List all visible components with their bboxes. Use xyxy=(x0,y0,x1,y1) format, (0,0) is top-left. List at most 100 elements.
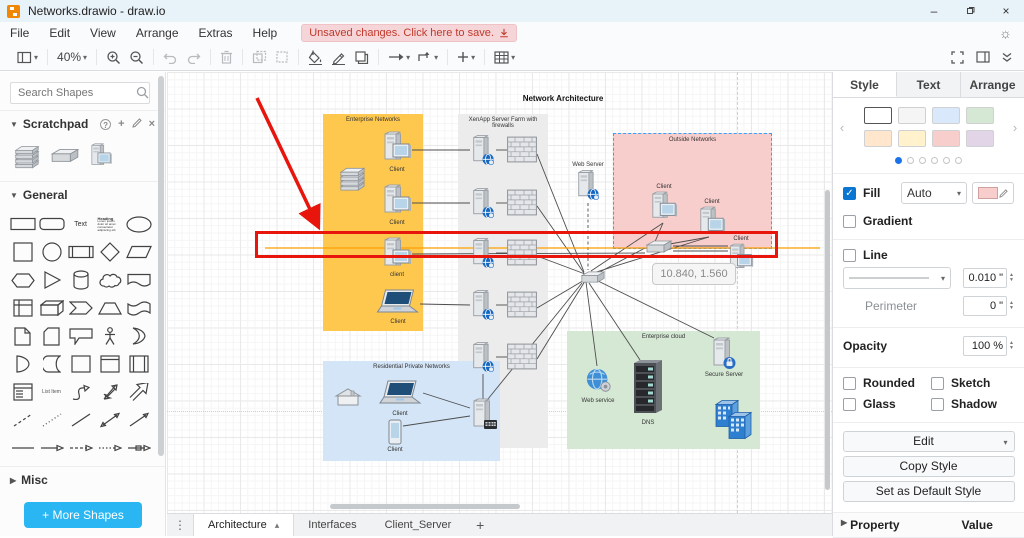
page-tab-client-server[interactable]: Client_Server xyxy=(371,514,466,536)
fill-color-button[interactable] xyxy=(308,50,323,65)
perimeter-input[interactable] xyxy=(963,296,1007,316)
shape-container-title[interactable] xyxy=(95,352,124,376)
pagination-dot[interactable] xyxy=(895,157,902,164)
gradient-checkbox[interactable] xyxy=(843,215,856,228)
menu-edit[interactable]: Edit xyxy=(39,22,80,44)
zoom-out-button[interactable] xyxy=(129,50,144,65)
canvas-horizontal-scrollbar[interactable] xyxy=(330,504,520,509)
spin-down-icon[interactable]: ▼ xyxy=(1009,346,1014,351)
fullscreen-button[interactable] xyxy=(951,51,964,64)
tab-arrange[interactable]: Arrange xyxy=(961,72,1024,97)
page-tab-interfaces[interactable]: Interfaces xyxy=(294,514,370,536)
shape-data-storage[interactable] xyxy=(37,352,66,376)
shape-card[interactable] xyxy=(37,324,66,348)
shape-rounded-rectangle[interactable] xyxy=(37,212,66,236)
style-preset[interactable] xyxy=(966,130,994,147)
page-tab-architecture[interactable]: Architecture ▴ xyxy=(193,514,294,536)
node-laptop-client[interactable] xyxy=(378,379,422,409)
style-preset[interactable] xyxy=(898,107,926,124)
shape-text[interactable]: Text xyxy=(66,212,95,236)
line-width-spinner[interactable]: ▲▼ xyxy=(963,268,1014,288)
scratchpad-client-shape[interactable] xyxy=(88,143,114,169)
shape-rectangle[interactable] xyxy=(8,212,37,236)
opacity-spinner[interactable]: ▲▼ xyxy=(963,336,1014,356)
node-buildings[interactable] xyxy=(713,396,755,441)
redo-button[interactable] xyxy=(186,51,201,64)
theme-toggle-icon[interactable]: ☼ xyxy=(999,25,1012,41)
menu-extras[interactable]: Extras xyxy=(189,22,243,44)
node-xenapp-server[interactable] xyxy=(470,134,496,167)
node-storage-stack[interactable] xyxy=(337,163,368,193)
node-firewall[interactable] xyxy=(507,189,537,216)
shape-actor[interactable] xyxy=(95,324,124,348)
shape-trapezoid[interactable] xyxy=(95,296,124,320)
style-preset[interactable] xyxy=(898,130,926,147)
shape-textbox[interactable]: HeadingLorem ipsum dolor sit amet consec… xyxy=(95,212,124,236)
paste-button[interactable] xyxy=(275,50,289,64)
shape-square[interactable] xyxy=(8,240,37,264)
opacity-input[interactable] xyxy=(963,336,1007,356)
pagination-dot[interactable] xyxy=(931,157,938,164)
undo-button[interactable] xyxy=(163,51,178,64)
shape-container[interactable] xyxy=(66,352,95,376)
shape-step[interactable] xyxy=(66,296,95,320)
shape-hexagon[interactable] xyxy=(8,268,37,292)
edit-style-button[interactable]: Edit ▾ xyxy=(843,431,1015,452)
minimize-button[interactable]: – xyxy=(916,0,952,22)
shape-arrow[interactable] xyxy=(124,380,153,404)
fill-checkbox[interactable]: ✓ xyxy=(843,187,856,200)
more-shapes-button[interactable]: + More Shapes xyxy=(24,502,142,528)
shape-dashed-link[interactable] xyxy=(66,436,95,460)
scratchpad-section-header[interactable]: ▼ Scratchpad ? + × xyxy=(0,110,165,137)
node-xenapp-server[interactable] xyxy=(470,289,496,322)
shape-link[interactable] xyxy=(124,436,153,460)
shadow-checkbox[interactable] xyxy=(931,398,944,411)
scratchpad-stack-shape[interactable] xyxy=(12,141,42,171)
sketch-checkbox[interactable] xyxy=(931,377,944,390)
add-page-button[interactable]: + xyxy=(465,514,495,536)
diagram-canvas[interactable]: Enterprise Networks XenApp Server Farm w… xyxy=(167,72,832,513)
shape-triangle[interactable] xyxy=(37,268,66,292)
scratchpad-add-icon[interactable]: + xyxy=(118,118,124,130)
copy-button[interactable] xyxy=(252,50,267,64)
spin-down-icon[interactable]: ▼ xyxy=(1009,278,1014,283)
scratchpad-hub-shape[interactable] xyxy=(50,148,80,164)
shape-process[interactable] xyxy=(66,240,95,264)
shape-or[interactable] xyxy=(124,324,153,348)
shape-dotted-line[interactable] xyxy=(37,408,66,432)
shape-document[interactable] xyxy=(124,268,153,292)
general-section-header[interactable]: ▼ General xyxy=(0,181,165,208)
menu-help[interactable]: Help xyxy=(243,22,288,44)
shape-diamond[interactable] xyxy=(95,240,124,264)
node-web-server[interactable] xyxy=(575,169,601,202)
spin-down-icon[interactable]: ▼ xyxy=(1009,306,1014,311)
tab-style[interactable]: Style xyxy=(833,72,897,97)
shape-parallelogram[interactable] xyxy=(124,240,153,264)
shape-dashed-line[interactable] xyxy=(8,408,37,432)
shape-note[interactable] xyxy=(8,324,37,348)
style-preset[interactable] xyxy=(864,130,892,147)
pagination-dot[interactable] xyxy=(943,157,950,164)
shape-cube[interactable] xyxy=(37,296,66,320)
menu-arrange[interactable]: Arrange xyxy=(126,22,189,44)
zoom-level-dropdown[interactable]: 40%▾ xyxy=(57,50,87,64)
node-dns-rack[interactable] xyxy=(628,359,668,417)
shape-circle[interactable] xyxy=(37,240,66,264)
set-default-style-button[interactable]: Set as Default Style xyxy=(843,481,1015,502)
shape-bidirectional-connector[interactable] xyxy=(95,408,124,432)
menu-file[interactable]: File xyxy=(0,22,39,44)
node-keyboard-server[interactable] xyxy=(470,398,500,433)
search-shapes-input[interactable] xyxy=(10,82,150,104)
shape-internal-storage[interactable] xyxy=(8,296,37,320)
canvas-vertical-scrollbar[interactable] xyxy=(825,190,830,490)
shadow-button[interactable] xyxy=(354,50,369,64)
shape-curve[interactable] xyxy=(66,380,95,404)
node-firewall[interactable] xyxy=(507,136,537,163)
fill-mode-select[interactable]: Auto ▾ xyxy=(901,182,967,204)
collapse-toolbar-button[interactable] xyxy=(1002,52,1012,63)
style-preset[interactable] xyxy=(932,107,960,124)
node-residential-gateway[interactable] xyxy=(333,386,363,408)
property-table-header[interactable]: ▶ Property Value xyxy=(833,512,1024,538)
node-outside-client[interactable] xyxy=(650,191,678,223)
pagination-dot[interactable] xyxy=(919,157,926,164)
